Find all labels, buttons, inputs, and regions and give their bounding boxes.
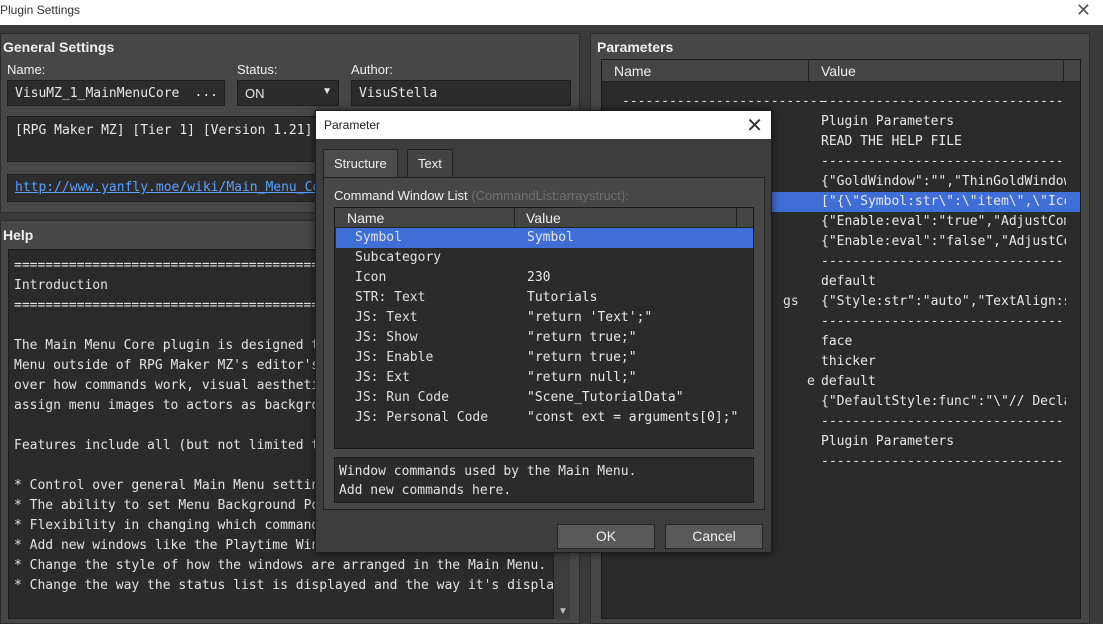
param-value: Plugin Parameters (821, 434, 955, 449)
description-value: [RPG Maker MZ] [Tier 1] [Version 1.21] [… (15, 123, 352, 138)
struct-field-name: Symbol (355, 230, 402, 245)
tab-structure[interactable]: Structure (323, 149, 398, 177)
struct-field-name: JS: Ext (355, 370, 410, 385)
general-settings-title: General Settings (3, 39, 115, 55)
close-icon[interactable]: ✕ (1076, 0, 1091, 21)
param-value: -------------------------------- (821, 94, 1066, 109)
status-value: ON (245, 86, 265, 101)
dialog-description: Window commands used by the Main Menu. A… (334, 457, 754, 503)
param-value: -------------------------------- (821, 414, 1066, 429)
param-value: {"Style:str":"auto","TextAlign:s... (821, 294, 1066, 309)
name-label: Name: (7, 62, 46, 77)
struct-field-name: STR: Text (355, 290, 426, 305)
struct-col-value-header[interactable]: Value (526, 210, 561, 226)
struct-field-value: "const ext = arguments[0];" (527, 410, 739, 425)
param-value: -------------------------------- (821, 454, 1066, 469)
param-value: ["{\"Symbol:str\":\"item\",\"Ico... (821, 194, 1066, 209)
struct-table-header: Name Value (335, 208, 753, 230)
parameter-dialog: Parameter ✕ Structure Text Command Windo… (315, 110, 772, 553)
list-item[interactable]: Icon 230 (336, 268, 753, 288)
list-item[interactable]: JS: Run Code "Scene_TutorialData" (336, 388, 753, 408)
help-link[interactable]: http://www.yanfly.moe/wiki/Main_Menu_Cor… (15, 180, 336, 195)
param-value: -------------------------------- (821, 154, 1066, 169)
struct-field-value: 230 (527, 270, 551, 285)
parameters-table-header: Name Value (602, 60, 1080, 82)
struct-field-value: "return 'Text';" (527, 310, 653, 325)
dialog-title: Parameter (324, 118, 381, 132)
param-value: Plugin Parameters (821, 114, 955, 129)
param-value: {"Enable:eval":"false","AdjustCo... (821, 234, 1066, 249)
window-title: Plugin Settings (0, 3, 81, 17)
field-label: Command Window List (CommandList:arrayst… (334, 188, 629, 203)
list-item[interactable]: JS: Personal Code "const ext = arguments[… (336, 408, 753, 428)
col-value-header[interactable]: Value (821, 63, 856, 79)
list-item[interactable]: Subcategory (336, 248, 753, 268)
list-item[interactable]: Symbol Symbol (336, 228, 753, 248)
table-row[interactable]: -------------------------- --------------… (602, 92, 1080, 112)
param-value: -------------------------------- (821, 314, 1066, 329)
param-value: {"Enable:eval":"true","AdjustCom... (821, 214, 1066, 229)
param-value: -------------------------------- (821, 254, 1066, 269)
author-field[interactable]: VisuStella (351, 80, 571, 106)
param-name: e (807, 374, 815, 389)
param-name: gs (783, 294, 799, 309)
status-select[interactable]: ON ▼ (237, 80, 339, 106)
param-value: READ THE HELP FILE (821, 134, 962, 149)
status-label: Status: (237, 62, 278, 77)
struct-field-value: "return null;" (527, 370, 637, 385)
param-value: {"DefaultStyle:func":"\"// Decla... (821, 394, 1066, 409)
cancel-button[interactable]: Cancel (665, 524, 763, 549)
field-type: (CommandList:arraystruct): (471, 188, 629, 203)
param-value: {"GoldWindow":"","ThinGoldWindow"... (821, 174, 1066, 189)
col-name-header[interactable]: Name (614, 63, 651, 79)
author-label: Author: (351, 62, 393, 77)
param-value: default (821, 374, 876, 389)
struct-field-value: Tutorials (527, 290, 598, 305)
tab-text[interactable]: Text (407, 149, 453, 177)
scroll-down-icon[interactable]: ▼ (558, 606, 568, 617)
struct-field-name: JS: Text (355, 310, 418, 325)
list-item[interactable]: JS: Text "return 'Text';" (336, 308, 753, 328)
list-item[interactable]: STR: Text Tutorials (336, 288, 753, 308)
field-name: Command Window List (334, 188, 468, 203)
struct-field-name: JS: Personal Code (355, 410, 489, 425)
struct-col-name-header[interactable]: Name (347, 210, 384, 226)
struct-field-name: JS: Show (355, 330, 418, 345)
name-value: VisuMZ_1_MainMenuCore (15, 86, 180, 101)
list-item[interactable]: JS: Enable "return true;" (336, 348, 753, 368)
list-item[interactable]: JS: Show "return true;" (336, 328, 753, 348)
struct-field-name: JS: Run Code (355, 390, 449, 405)
dialog-body: Command Window List (CommandList:arrayst… (323, 177, 765, 510)
ok-button[interactable]: OK (557, 524, 655, 549)
struct-field-name: Subcategory (355, 250, 442, 265)
parameters-title: Parameters (597, 39, 674, 55)
struct-field-value: "return true;" (527, 330, 637, 345)
window-titlebar: Plugin Settings ✕ (0, 0, 1103, 25)
chevron-down-icon: ▼ (322, 86, 332, 97)
param-value: thicker (821, 354, 876, 369)
param-value: default (821, 274, 876, 289)
author-value: VisuStella (359, 86, 438, 101)
name-browse-button[interactable]: ... (195, 85, 218, 100)
name-field[interactable]: VisuMZ_1_MainMenuCore ... (7, 80, 225, 106)
struct-table[interactable]: Name Value Symbol Symbol Subcategory Icon 23… (334, 207, 754, 449)
struct-field-value: Symbol (527, 230, 574, 245)
list-item[interactable]: JS: Ext "return null;" (336, 368, 753, 388)
dialog-titlebar: Parameter ✕ (316, 111, 771, 139)
struct-field-value: "return true;" (527, 350, 637, 365)
dialog-close-icon[interactable]: ✕ (746, 113, 763, 138)
struct-field-value: "Scene_TutorialData" (527, 390, 684, 405)
param-name: -------------------------- (622, 94, 826, 109)
struct-field-name: Icon (355, 270, 387, 285)
help-title: Help (3, 227, 34, 243)
param-value: face (821, 334, 853, 349)
struct-field-name: JS: Enable (355, 350, 434, 365)
